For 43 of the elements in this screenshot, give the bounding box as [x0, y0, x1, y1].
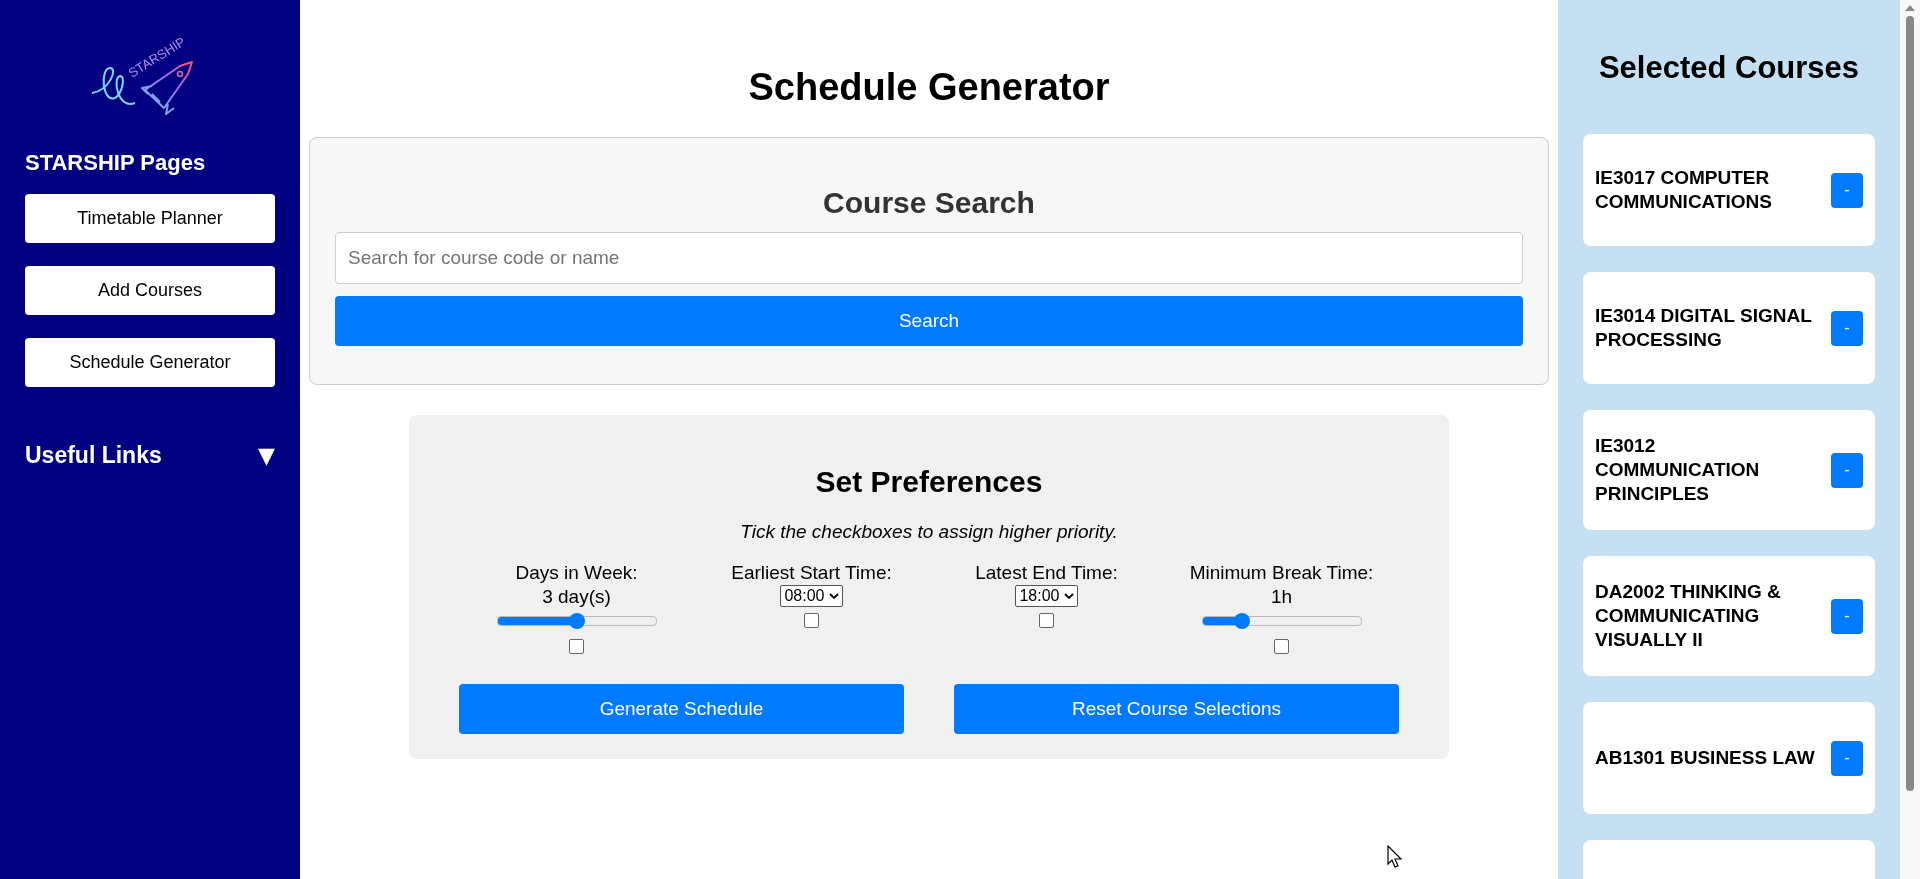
sidebar-item[interactable]: Add Courses — [25, 266, 275, 315]
section-title: Course Search — [822, 186, 1036, 220]
preference-value: 1h — [1270, 585, 1293, 609]
slider[interactable] — [1201, 611, 1362, 631]
time-dropdown[interactable]: 08:00 — [780, 585, 843, 607]
preference-label: Days in Week: — [515, 561, 638, 585]
course-name: AB1301 BUSINESS LAW — [1595, 746, 1815, 770]
caret-icon — [828, 592, 839, 600]
preference-label: Latest End Time: — [975, 561, 1118, 585]
remove-button[interactable]: - — [1831, 172, 1863, 208]
toggle-icon[interactable]: ▼ — [258, 443, 275, 468]
action-button[interactable]: Reset Course Selections — [954, 684, 1399, 734]
mouse-pointer-icon — [1387, 845, 1403, 869]
action-button[interactable]: Generate Schedule — [459, 684, 904, 734]
section-title: Set Preferences — [814, 465, 1044, 499]
remove-button[interactable]: - — [1831, 310, 1863, 346]
page-title: Schedule Generator — [748, 66, 1110, 109]
scrollbar[interactable] — [1900, 0, 1920, 879]
priority-checkbox[interactable] — [1274, 639, 1289, 654]
sidebar-item[interactable]: Timetable Planner — [25, 194, 275, 243]
useful-links-heading[interactable]: Useful Links — [25, 442, 162, 469]
caret-icon — [1063, 592, 1074, 600]
search-field[interactable]: Search for course code or name — [335, 232, 1523, 284]
priority-checkbox[interactable] — [804, 613, 819, 628]
sidebar-heading: STARSHIP Pages — [25, 150, 207, 176]
priority-checkbox[interactable] — [1039, 613, 1054, 628]
remove-button[interactable]: - — [1831, 598, 1863, 634]
sidebar-item[interactable]: Schedule Generator — [25, 338, 275, 387]
slider[interactable] — [496, 611, 657, 631]
preference-label: Minimum Break Time: — [1189, 561, 1374, 585]
course-name: IE3014 DIGITAL SIGNAL PROCESSING — [1595, 304, 1813, 352]
hint-text: Tick the checkboxes to assign higher priority. — [739, 521, 1119, 543]
preference-value: 3 day(s) — [542, 585, 611, 609]
course-name: IE3012 COMMUNICATION PRINCIPLES — [1595, 434, 1761, 506]
course-name: IE3017 COMPUTER COMMUNICATIONS — [1595, 166, 1773, 214]
course-name: DA2002 THINKING & COMMUNICATING VISUALLY II — [1595, 580, 1782, 652]
preference-label: Earliest Start Time: — [731, 561, 892, 585]
priority-checkbox[interactable] — [569, 639, 584, 654]
remove-button[interactable]: - — [1831, 452, 1863, 488]
time-dropdown[interactable]: 18:00 — [1015, 585, 1078, 607]
remove-button[interactable]: - — [1831, 740, 1863, 776]
search-button[interactable]: Search — [335, 296, 1523, 346]
panel-title: Selected Courses — [1597, 50, 1861, 86]
